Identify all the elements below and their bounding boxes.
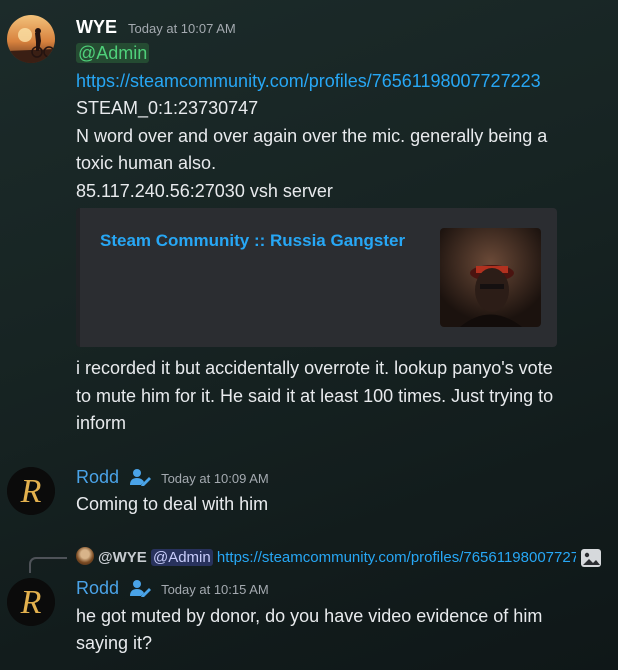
avatar-wye[interactable] bbox=[7, 15, 55, 63]
reply-avatar bbox=[76, 547, 94, 565]
message-timestamp: Today at 10:09 AM bbox=[161, 471, 269, 486]
message-line: N word over and over again over the mic.… bbox=[76, 126, 548, 146]
message-line: STEAM_0:1:23730747 bbox=[76, 98, 259, 118]
user-edit-icon bbox=[130, 469, 152, 486]
avatar-letter: R bbox=[20, 584, 42, 621]
author-name-wye[interactable]: WYE Today at 10:07 AM bbox=[76, 17, 236, 38]
reply-preview-text: https://steamcommunity.com/profiles/7656… bbox=[216, 549, 576, 566]
embed-thumbnail[interactable] bbox=[440, 228, 541, 327]
link-embed: Steam Community :: Russia Gangster bbox=[76, 208, 557, 347]
image-icon bbox=[581, 549, 601, 567]
admin-mention[interactable]: @Admin bbox=[76, 43, 150, 63]
reply-author[interactable]: @WYE bbox=[98, 549, 147, 566]
message-line-mention: @Admin bbox=[76, 43, 150, 64]
message-line: to mute him for it. He said it at least … bbox=[76, 386, 554, 406]
avatar-rodd[interactable]: R bbox=[7, 578, 55, 626]
author-label[interactable]: Rodd bbox=[76, 578, 119, 598]
author-label[interactable]: Rodd bbox=[76, 467, 119, 487]
message-line: toxic human also. bbox=[76, 153, 217, 173]
author-name-rodd[interactable]: Rodd Today at 10:15 AM bbox=[76, 578, 269, 599]
message-line: Coming to deal with him bbox=[76, 494, 269, 514]
reply-mention: @Admin bbox=[150, 549, 213, 566]
user-edit-icon bbox=[130, 580, 152, 597]
message-timestamp: Today at 10:15 AM bbox=[161, 582, 269, 597]
reply-preview[interactable]: @WYE @Admin https://steamcommunity.com/p… bbox=[76, 547, 576, 569]
message-line: i recorded it but accidentally overrote … bbox=[76, 358, 553, 378]
message-line: he got muted by donor, do you have video… bbox=[76, 606, 543, 626]
message-line: saying it? bbox=[76, 633, 153, 653]
author-label[interactable]: WYE bbox=[76, 17, 117, 37]
author-name-rodd[interactable]: Rodd Today at 10:09 AM bbox=[76, 467, 269, 488]
message-line: inform bbox=[76, 413, 127, 433]
avatar-letter: R bbox=[20, 473, 42, 510]
avatar-rodd[interactable]: R bbox=[7, 467, 55, 515]
embed-title-link[interactable]: Steam Community :: Russia Gangster bbox=[100, 231, 405, 251]
message-timestamp: Today at 10:07 AM bbox=[128, 21, 236, 36]
message-line: 85.117.240.56:27030 vsh server bbox=[76, 181, 333, 201]
steam-profile-link[interactable]: https://steamcommunity.com/profiles/7656… bbox=[76, 71, 541, 92]
reply-connector bbox=[29, 557, 67, 573]
